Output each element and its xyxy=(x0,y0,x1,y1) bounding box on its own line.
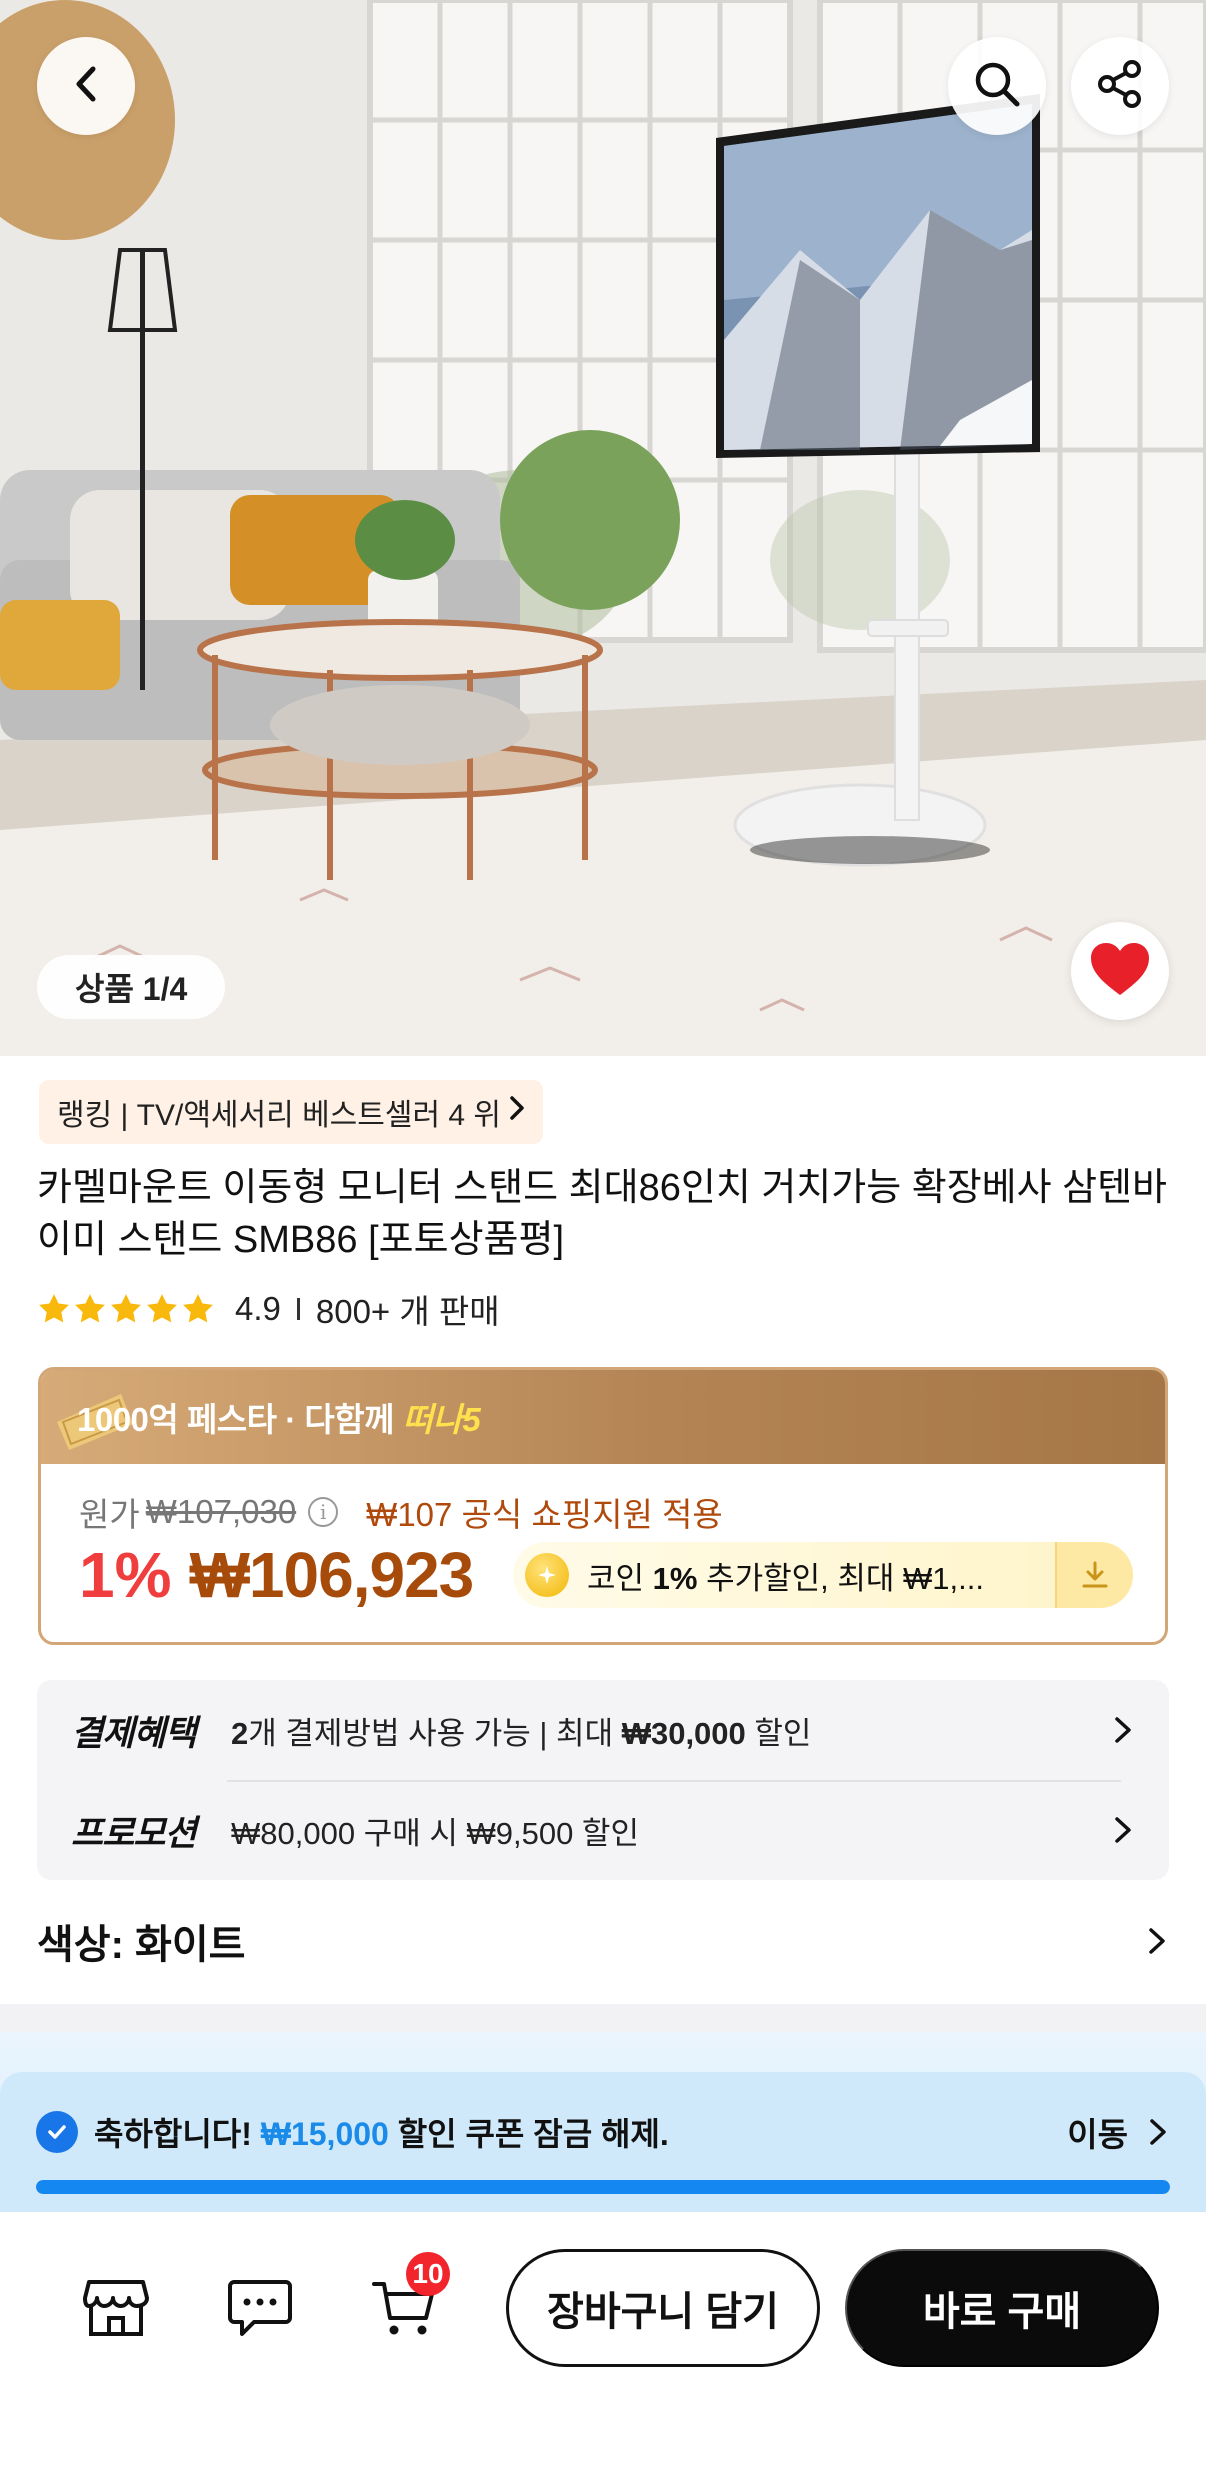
festival-text: 1000억 페스타 · 다함께 떠나5 xyxy=(77,1393,481,1441)
coupon-banner[interactable]: 축하합니다! ₩15,000 할인 쿠폰 잠금 해제. 이동 xyxy=(0,2072,1206,2212)
download-icon xyxy=(1082,1561,1108,1588)
promotion-label: 프로모션 xyxy=(71,1813,197,1853)
chevron-right-icon xyxy=(509,1095,525,1129)
star-icon xyxy=(183,1294,213,1323)
support-text: ₩107 공식 쇼핑지원 적용 xyxy=(366,1496,723,1533)
coin-suffix: 추가할인, 최대 ₩1,... xyxy=(697,1560,984,1596)
benefit-text-mid: 개 결제방법 사용 가능 | 최대 xyxy=(248,1715,622,1751)
share-button[interactable] xyxy=(1071,37,1169,135)
divider xyxy=(296,1298,300,1320)
chevron-right-icon xyxy=(1115,1717,1131,1743)
chevron-right-icon xyxy=(1150,2119,1166,2145)
coupon-progress-bar xyxy=(36,2180,1170,2194)
star-icon xyxy=(75,1294,105,1323)
original-price: ₩107,030 xyxy=(145,1493,297,1530)
chevron-right-icon xyxy=(1149,1928,1165,1954)
section-divider xyxy=(0,2004,1206,2032)
benefit-label: 결제혜택 xyxy=(71,1713,197,1753)
heart-icon xyxy=(1089,941,1151,1002)
sold-count: 800+ 개 판매 xyxy=(315,1293,500,1330)
star-icon xyxy=(147,1294,177,1323)
cart-count-badge: 10 xyxy=(406,2252,450,2296)
coupon-suffix: 할인 쿠폰 잠금 해제. xyxy=(388,2116,669,2152)
promotion-text: ₩80,000 구매 시 ₩9,500 할인 xyxy=(231,1815,639,1851)
coin-prefix: 코인 xyxy=(587,1560,653,1596)
coupon-move-link[interactable]: 이동 xyxy=(1067,2108,1128,2156)
festival-banner[interactable]: 1000억 페스타 · 다함께 떠나5 xyxy=(41,1370,1165,1464)
coin-discount-pill[interactable]: 코인 1% 추가할인, 최대 ₩1,... xyxy=(513,1542,1133,1608)
check-icon xyxy=(36,2111,78,2153)
rating-value: 4.9 xyxy=(235,1290,281,1327)
progress-fill xyxy=(36,2180,1170,2194)
festival-highlight: 떠나5 xyxy=(402,1401,481,1438)
chat-button[interactable] xyxy=(222,2270,298,2346)
original-price-row: 원가 ₩107,030 i ₩107 공식 쇼핑지원 적용 xyxy=(79,1488,723,1536)
store-button[interactable] xyxy=(78,2270,154,2346)
final-price: ₩106,923 xyxy=(189,1539,475,1611)
original-price-label: 원가 xyxy=(79,1496,140,1533)
back-button[interactable] xyxy=(37,37,135,135)
chat-icon xyxy=(228,2280,292,2336)
promotion-row[interactable]: 프로모션 ₩80,000 구매 시 ₩9,500 할인 xyxy=(71,1780,1135,1880)
coupon-prefix: 축하합니다! xyxy=(94,2116,261,2152)
add-to-cart-button[interactable]: 장바구니 담기 xyxy=(506,2249,820,2367)
image-counter: 상품 1/4 xyxy=(37,955,226,1019)
discount-rate: 1% xyxy=(79,1539,172,1611)
benefits-box: 결제혜택 2개 결제방법 사용 가능 | 최대 ₩30,000 할인 프로모션 … xyxy=(37,1680,1169,1880)
store-icon xyxy=(83,2280,149,2336)
final-price-row: 1% ₩106,923 xyxy=(79,1538,475,1612)
payment-benefit-row[interactable]: 결제혜택 2개 결제방법 사용 가능 | 최대 ₩30,000 할인 xyxy=(71,1680,1135,1780)
wishlist-button[interactable] xyxy=(1071,922,1169,1020)
star-icon xyxy=(111,1294,141,1323)
search-button[interactable] xyxy=(948,37,1046,135)
color-option-row[interactable]: 색상: 화이트 xyxy=(37,1905,1169,1977)
share-icon xyxy=(1094,58,1146,115)
download-coupon-button[interactable] xyxy=(1055,1542,1133,1608)
chevron-right-icon xyxy=(1115,1817,1131,1843)
coin-text: 코인 1% 추가할인, 최대 ₩1,... xyxy=(587,1553,1055,1598)
rating-row[interactable]: 4.9 800+ 개 판매 xyxy=(37,1287,500,1331)
max-discount: ₩30,000 xyxy=(621,1715,746,1751)
star-icon xyxy=(39,1294,69,1323)
chevron-left-icon xyxy=(71,64,101,109)
coupon-line: 축하합니다! ₩15,000 할인 쿠폰 잠금 해제. 이동 xyxy=(36,2102,1170,2162)
star-rating xyxy=(37,1292,215,1326)
payment-method-count: 2 xyxy=(231,1715,249,1751)
product-image-gallery[interactable]: 상품 1/4 xyxy=(0,0,1206,1056)
benefit-text-end: 할인 xyxy=(745,1715,812,1751)
buy-now-button[interactable]: 바로 구매 xyxy=(845,2249,1159,2367)
benefit-text: 2개 결제방법 사용 가능 | 최대 ₩30,000 할인 xyxy=(231,1708,1111,1753)
ranking-text: 랭킹 | TV/액세서리 베스트셀러 4 위 xyxy=(57,1099,502,1132)
coupon-amount: ₩15,000 xyxy=(260,2116,389,2152)
price-card: 1000억 페스타 · 다함께 떠나5 원가 ₩107,030 i ₩107 공… xyxy=(38,1367,1168,1645)
info-icon[interactable]: i xyxy=(308,1497,339,1527)
coupon-text: 축하합니다! ₩15,000 할인 쿠폰 잠금 해제. xyxy=(94,2109,1067,2155)
search-icon xyxy=(972,59,1022,114)
ranking-badge[interactable]: 랭킹 | TV/액세서리 베스트셀러 4 위 xyxy=(39,1080,544,1144)
festival-prefix: 1000억 페스타 · 다함께 xyxy=(77,1401,403,1438)
product-title: 카멜마운트 이동형 모니터 스탠드 최대86인치 거치가능 확장베사 삼텐바이미… xyxy=(37,1167,1168,1261)
product-photo xyxy=(0,0,1206,1056)
coin-rate: 1% xyxy=(652,1560,698,1596)
coin-icon xyxy=(525,1553,569,1597)
bottom-action-bar: 10 장바구니 담기 바로 구매 xyxy=(0,2212,1206,2473)
color-option: 색상: 화이트 xyxy=(37,1923,246,1967)
coupon-section: 축하합니다! ₩15,000 할인 쿠폰 잠금 해제. 이동 xyxy=(0,2032,1206,2212)
